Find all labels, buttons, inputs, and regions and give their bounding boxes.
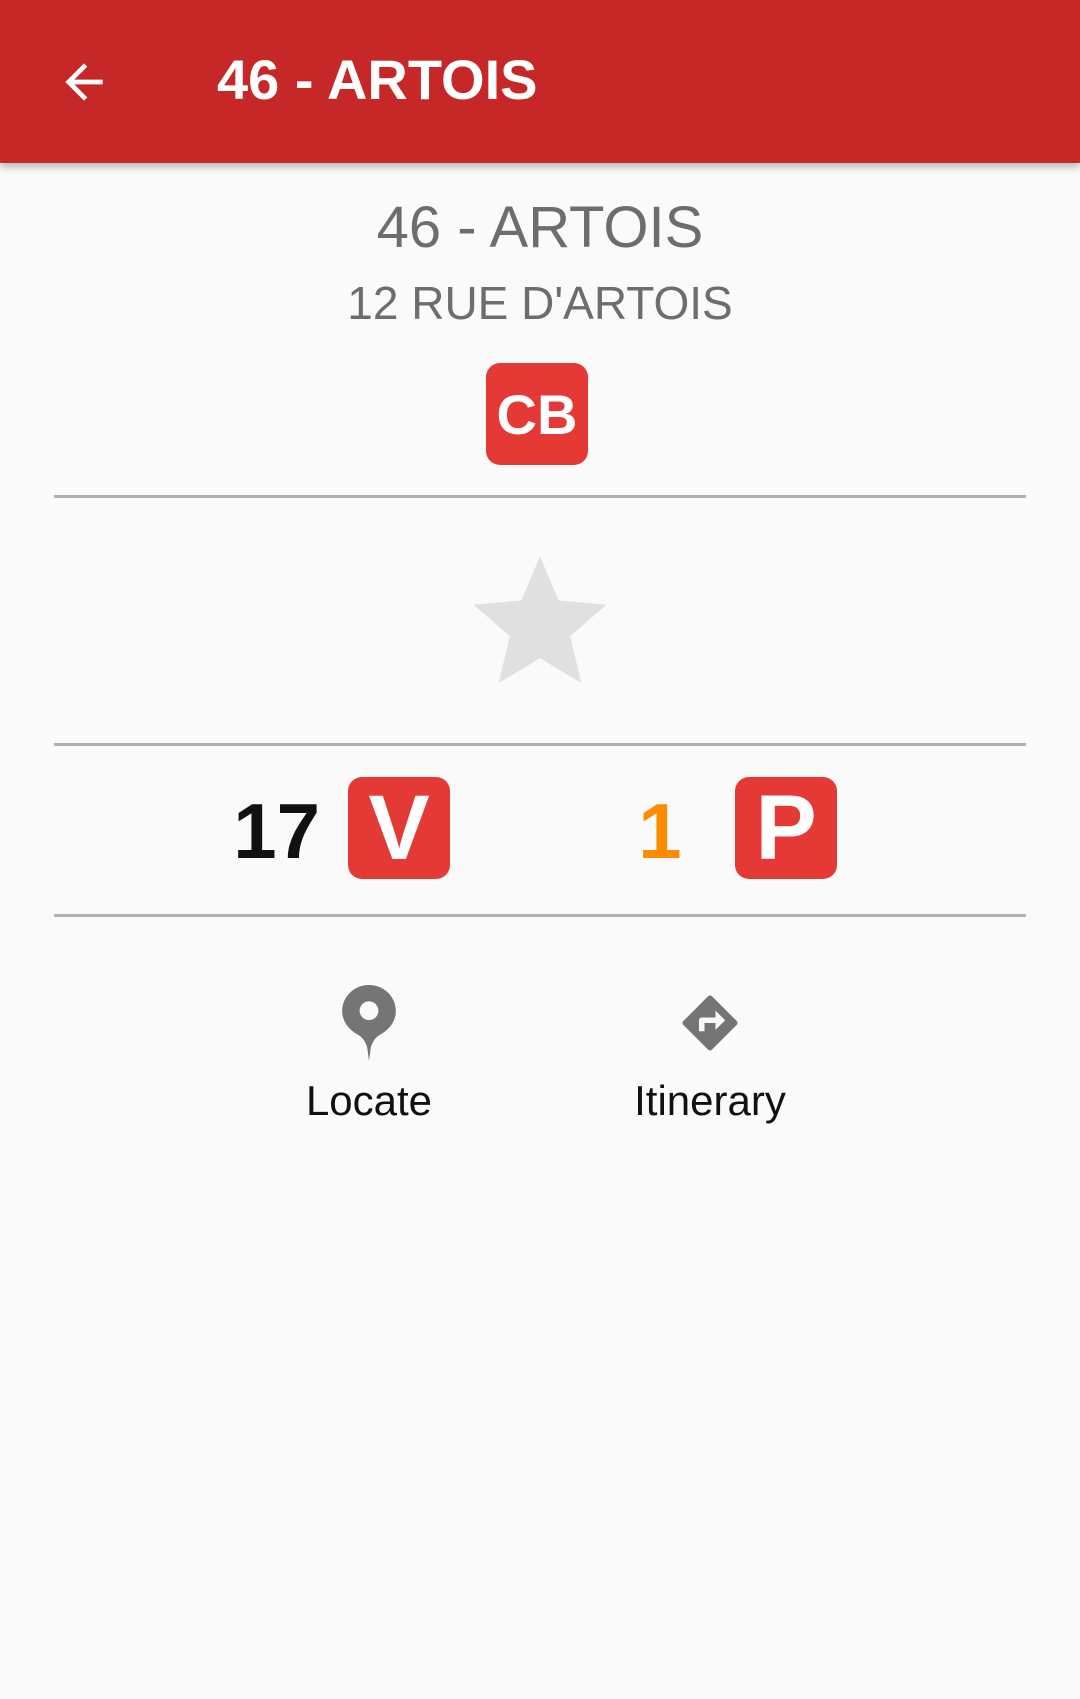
station-detail: 46 - ARTOIS 12 RUE D'ARTOIS CB 17 V 1 P … <box>0 163 1080 1699</box>
station-name: 46 - ARTOIS <box>376 195 704 260</box>
locate-button[interactable]: Locate <box>249 963 489 1143</box>
available-bikes-count: 17 <box>233 787 320 875</box>
locate-label: Locate <box>305 1077 433 1124</box>
divider <box>54 743 1026 746</box>
stands-badge: P <box>735 777 837 879</box>
app-bar: 46 - ARTOIS <box>0 0 1080 163</box>
app-bar-title: 46 - ARTOIS <box>217 48 538 111</box>
favorite-button[interactable] <box>450 538 630 708</box>
card-payment-badge: CB <box>486 363 588 465</box>
bikes-badge: V <box>348 777 450 879</box>
directions-icon <box>590 983 830 1063</box>
map-pin-icon <box>249 983 489 1063</box>
divider <box>54 495 1026 498</box>
divider <box>54 914 1026 917</box>
star-icon <box>473 556 607 683</box>
station-address: 12 RUE D'ARTOIS <box>347 277 733 329</box>
back-button[interactable] <box>40 38 128 126</box>
available-stands-count: 1 <box>638 787 682 875</box>
itinerary-button[interactable]: Itinerary <box>590 963 830 1143</box>
itinerary-label: Itinerary <box>634 1077 786 1124</box>
arrow-back-icon <box>65 63 103 101</box>
